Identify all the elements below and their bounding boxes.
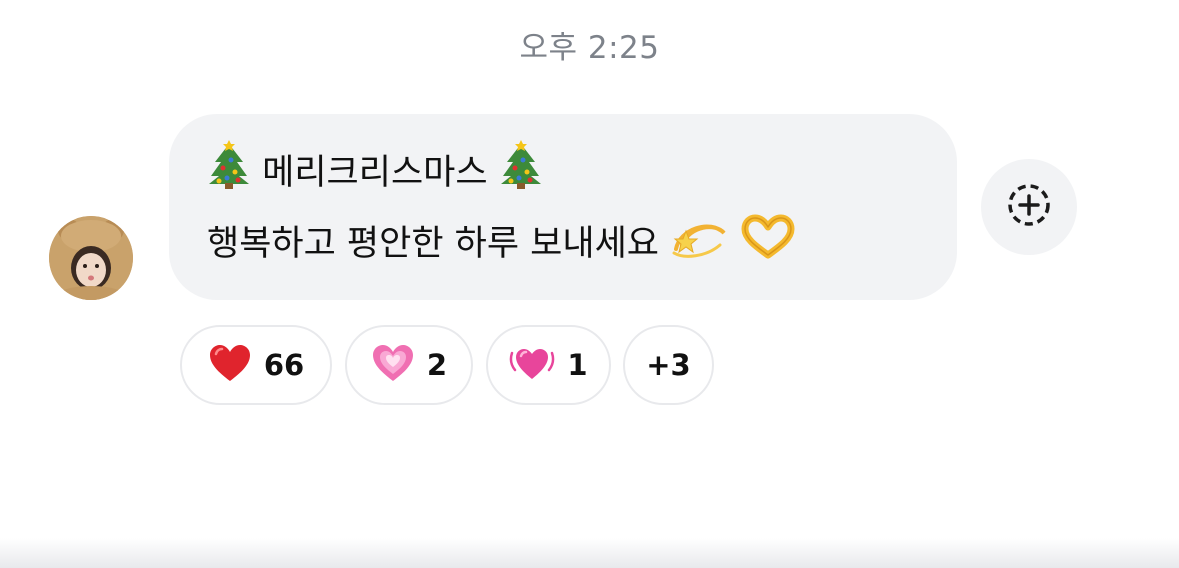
reaction-count: 2 xyxy=(426,348,448,382)
reaction-pink-heart[interactable]: 2 xyxy=(345,325,473,405)
add-reaction-button[interactable] xyxy=(981,159,1077,255)
dizzy-star-icon xyxy=(670,209,728,280)
more-reactions-button[interactable]: +3 xyxy=(623,325,714,405)
reaction-red-heart[interactable]: 66 xyxy=(180,325,332,405)
bottom-shadow xyxy=(0,538,1179,568)
add-reaction-icon xyxy=(1005,181,1053,233)
christmas-tree-icon xyxy=(207,140,251,209)
message-line-2: 행복하고 평안한 하루 보내세요 xyxy=(207,209,957,280)
chat-screen: 오후 2:25 메리크리스마스 행복하고 평안한 하루 보내세요 66 2 1 … xyxy=(0,0,1179,568)
reaction-count: 1 xyxy=(567,348,588,382)
more-reactions-label: +3 xyxy=(646,348,691,382)
message-bubble[interactable]: 메리크리스마스 행복하고 평안한 하루 보내세요 xyxy=(169,114,957,300)
pink-heart-icon xyxy=(371,343,415,387)
message-line-2-text: 행복하고 평안한 하루 보내세요 xyxy=(207,224,659,264)
message-line-1: 메리크리스마스 xyxy=(207,140,957,209)
heart-hands-icon xyxy=(739,213,797,280)
beating-heart-icon xyxy=(509,343,555,387)
red-heart-icon xyxy=(208,343,252,387)
christmas-tree-icon xyxy=(499,140,543,209)
avatar[interactable] xyxy=(49,216,133,300)
message-line-1-text: 메리크리스마스 xyxy=(262,153,488,193)
reaction-beating-heart[interactable]: 1 xyxy=(486,325,611,405)
reaction-count: 66 xyxy=(263,348,305,382)
message-timestamp: 오후 2:25 xyxy=(519,30,660,66)
